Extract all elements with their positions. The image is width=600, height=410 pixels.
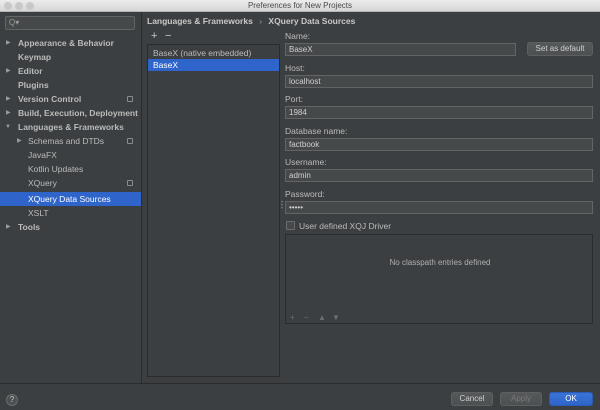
set-as-default-button[interactable]: Set as default <box>527 42 593 56</box>
chevron-right-icon[interactable]: ▶ <box>17 134 22 148</box>
database-name-label: Database name: <box>285 126 348 136</box>
password-label: Password: <box>285 189 325 199</box>
sidebar-item-keymap[interactable]: Keymap <box>0 50 141 64</box>
sidebar-item-label: Editor <box>18 66 43 76</box>
breadcrumb-separator-icon: › <box>259 16 263 26</box>
sidebar-item-label: XQuery Data Sources <box>28 194 111 204</box>
username-field[interactable]: admin <box>285 169 593 182</box>
help-icon[interactable]: ? <box>6 394 18 406</box>
zoom-window-button[interactable] <box>26 2 34 10</box>
dialog-footer: ? Cancel Apply OK <box>0 383 600 410</box>
settings-search-input[interactable]: Q▾ <box>5 16 135 30</box>
password-field[interactable]: ••••• <box>285 201 593 214</box>
sidebar-item-plugins[interactable]: Plugins <box>0 78 141 92</box>
chevron-right-icon[interactable]: ▶ <box>6 106 11 120</box>
sidebar-item-label: JavaFX <box>28 150 57 160</box>
sidebar-item-label: Version Control <box>18 94 82 104</box>
port-field[interactable]: 1984 <box>285 106 593 119</box>
sidebar-item-tools[interactable]: ▶ Tools <box>0 220 141 234</box>
sidebar-item-label: XQuery <box>28 178 57 188</box>
project-scope-icon <box>127 180 133 186</box>
ok-button[interactable]: OK <box>549 392 593 406</box>
host-field[interactable]: localhost <box>285 75 593 88</box>
project-scope-icon <box>127 96 133 102</box>
list-item[interactable]: BaseX <box>148 59 279 71</box>
project-scope-icon <box>127 138 133 144</box>
port-label: Port: <box>285 94 303 104</box>
splitter-handle-icon[interactable]: • • • <box>281 200 283 212</box>
breadcrumb-parent[interactable]: Languages & Frameworks <box>147 16 253 26</box>
chevron-right-icon[interactable]: ▶ <box>6 36 11 50</box>
sidebar-item-label: XSLT <box>28 208 49 218</box>
sidebar-item-build-execution-deployment[interactable]: ▶ Build, Execution, Deployment <box>0 106 141 120</box>
sidebar-item-label: Build, Execution, Deployment <box>18 108 138 118</box>
move-up-icon[interactable]: ▲ <box>318 313 326 322</box>
remove-source-button[interactable]: − <box>165 31 171 42</box>
sidebar-item-xquery-data-sources[interactable]: XQuery Data Sources <box>0 192 141 206</box>
remove-classpath-button[interactable]: − <box>304 313 309 322</box>
breadcrumb: Languages & Frameworks › XQuery Data Sou… <box>147 16 355 28</box>
window-titlebar: Preferences for New Projects <box>0 0 600 12</box>
host-label: Host: <box>285 63 305 73</box>
chevron-right-icon[interactable]: ▶ <box>6 92 11 106</box>
sidebar-item-label: Appearance & Behavior <box>18 38 114 48</box>
sidebar-item-label: Schemas and DTDs <box>28 136 105 146</box>
sidebar-item-javafx[interactable]: JavaFX <box>0 148 141 162</box>
name-label: Name: <box>285 31 311 41</box>
chevron-right-icon[interactable]: ▶ <box>6 220 11 234</box>
sidebar-item-schemas-dtds[interactable]: ▶ Schemas and DTDs <box>0 134 141 148</box>
sidebar-item-kotlin-updates[interactable]: Kotlin Updates <box>0 162 141 176</box>
sidebar-item-version-control[interactable]: ▶ Version Control <box>0 92 141 106</box>
sidebar-item-label: Kotlin Updates <box>28 164 84 174</box>
sidebar-item-label: Languages & Frameworks <box>18 122 124 132</box>
chevron-down-icon[interactable]: ▼ <box>5 120 11 134</box>
sidebar-item-editor[interactable]: ▶ Editor <box>0 64 141 78</box>
list-item[interactable]: BaseX (native embedded) <box>148 47 279 59</box>
sidebar-item-xslt[interactable]: XSLT <box>0 206 141 220</box>
xqj-driver-checkbox[interactable] <box>286 221 295 230</box>
sidebar-item-label: Keymap <box>18 52 52 62</box>
move-down-icon[interactable]: ▼ <box>332 313 340 322</box>
chevron-right-icon[interactable]: ▶ <box>6 64 11 78</box>
data-source-list: BaseX (native embedded) BaseX <box>147 44 280 377</box>
cancel-button[interactable]: Cancel <box>451 392 493 406</box>
add-classpath-button[interactable]: + <box>290 313 295 322</box>
apply-button[interactable]: Apply <box>500 392 542 406</box>
sidebar-item-label: Plugins <box>18 80 49 90</box>
xqj-driver-label[interactable]: User defined XQJ Driver <box>299 221 391 231</box>
window-title: Preferences for New Projects <box>247 1 353 10</box>
database-name-field[interactable]: factbook <box>285 138 593 151</box>
name-field[interactable]: BaseX <box>285 43 516 56</box>
minimize-window-button[interactable] <box>15 2 23 10</box>
username-label: Username: <box>285 157 327 167</box>
add-source-button[interactable]: + <box>151 31 157 42</box>
sidebar-item-label: Tools <box>18 222 41 232</box>
sidebar-item-xquery[interactable]: XQuery <box>0 176 141 190</box>
settings-sidebar: Q▾ ▶ Appearance & Behavior Keymap ▶ Edit… <box>0 12 142 383</box>
sidebar-item-languages-frameworks[interactable]: ▼ Languages & Frameworks <box>0 120 141 134</box>
close-window-button[interactable] <box>4 2 12 10</box>
classpath-panel: No classpath entries defined + − ▲ ▼ <box>285 234 593 324</box>
sidebar-item-appearance-behavior[interactable]: ▶ Appearance & Behavior <box>0 36 141 50</box>
breadcrumb-current: XQuery Data Sources <box>268 16 356 26</box>
classpath-empty-text: No classpath entries defined <box>389 258 491 267</box>
